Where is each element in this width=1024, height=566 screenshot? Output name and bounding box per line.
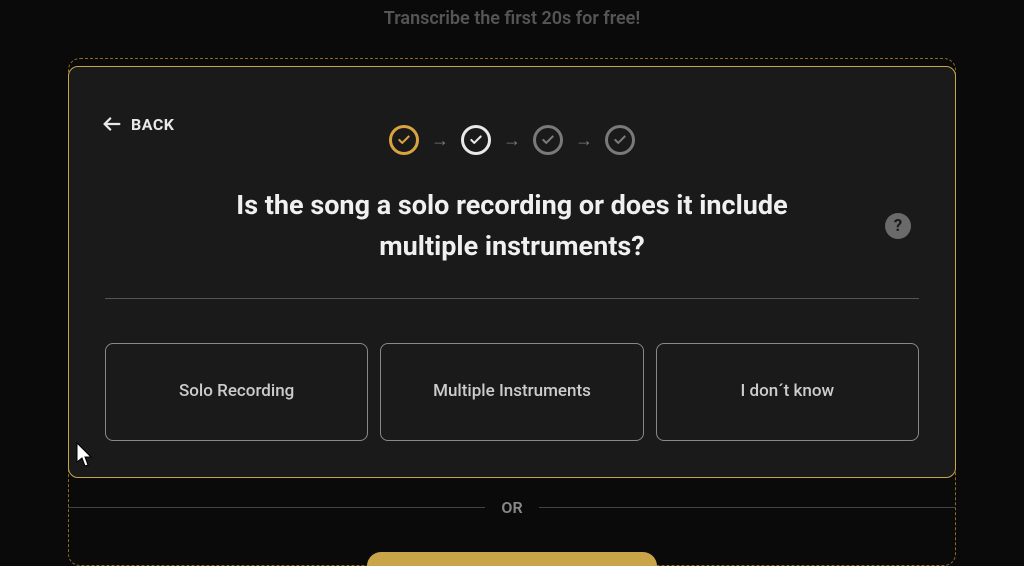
check-icon xyxy=(541,133,555,147)
divider-line xyxy=(68,507,485,508)
step-4-pending xyxy=(605,125,635,155)
option-label: Solo Recording xyxy=(179,379,294,405)
help-icon[interactable]: ? xyxy=(885,213,911,239)
promo-text: Transcribe the first 20s for free! xyxy=(0,0,1024,29)
divider-line xyxy=(539,507,956,508)
arrow-right-icon: → xyxy=(503,130,521,151)
or-text: OR xyxy=(501,498,522,517)
step-1-completed xyxy=(389,125,419,155)
back-label: BACK xyxy=(131,115,174,134)
arrow-right-icon: → xyxy=(575,130,593,151)
option-multiple-instruments[interactable]: Multiple Instruments xyxy=(380,343,643,441)
check-icon xyxy=(613,133,627,147)
question-text: Is the song a solo recording or does it … xyxy=(185,185,839,266)
option-label: Multiple Instruments xyxy=(433,379,591,405)
back-button[interactable]: BACK xyxy=(101,113,174,135)
options-row: Solo Recording Multiple Instruments I do… xyxy=(105,343,919,441)
cursor-icon xyxy=(76,442,94,468)
step-3-pending xyxy=(533,125,563,155)
divider xyxy=(105,298,919,299)
question-modal: BACK → → → Is the song a solo recordin xyxy=(68,66,956,478)
check-icon xyxy=(397,133,411,147)
question-container: Is the song a solo recording or does it … xyxy=(135,185,889,266)
or-divider: OR xyxy=(68,498,956,517)
option-label: I don´t know xyxy=(740,379,834,405)
option-dont-know[interactable]: I don´t know xyxy=(656,343,919,441)
arrow-left-icon xyxy=(101,113,123,135)
step-2-current xyxy=(461,125,491,155)
progress-steps: → → → xyxy=(105,125,919,155)
bottom-cta-peek xyxy=(367,552,657,566)
arrow-right-icon: → xyxy=(431,130,449,151)
check-icon xyxy=(469,133,483,147)
option-solo-recording[interactable]: Solo Recording xyxy=(105,343,368,441)
